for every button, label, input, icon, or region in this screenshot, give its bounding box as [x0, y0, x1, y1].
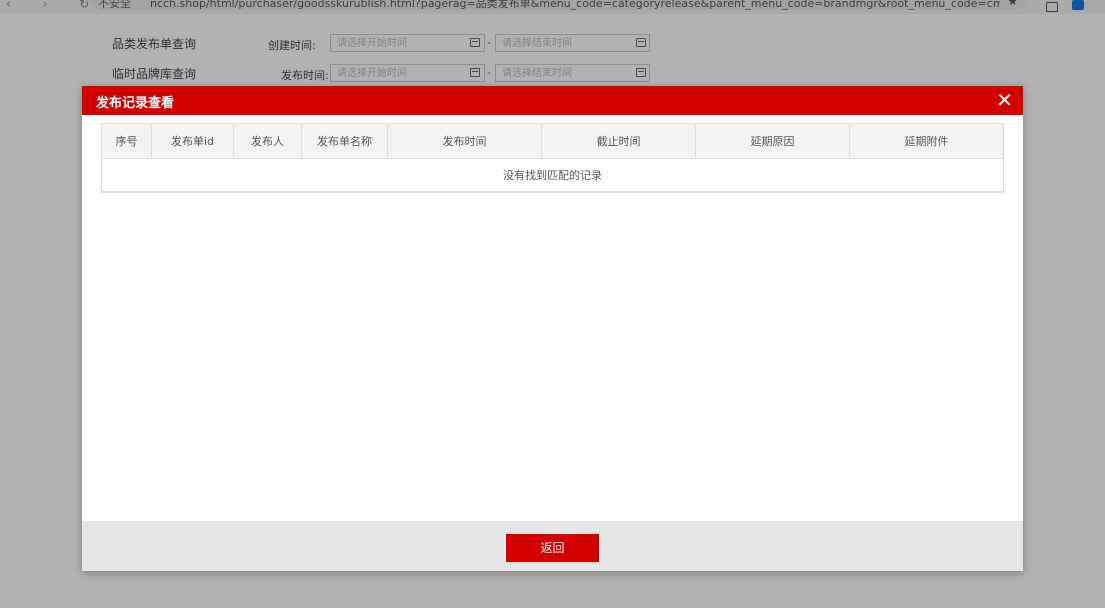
modal-footer: 返回 [82, 521, 1023, 571]
release-record-modal: 发布记录查看 ✕ 序号 发布单id 发布人 发布单名称 发布时间 截止时间 延期… [82, 86, 1023, 571]
column-header-delay-attachment[interactable]: 延期附件 [849, 123, 1004, 159]
close-icon[interactable]: ✕ [996, 88, 1013, 112]
back-button[interactable]: 返回 [506, 534, 599, 562]
column-header-release-name[interactable]: 发布单名称 [301, 123, 388, 159]
column-header-deadline[interactable]: 截止时间 [541, 123, 696, 159]
table-row: 没有找到匹配的记录 [101, 158, 1004, 193]
column-header-delay-reason[interactable]: 延期原因 [695, 123, 850, 159]
column-header-index[interactable]: 序号 [101, 123, 152, 159]
modal-header: 发布记录查看 ✕ [82, 86, 1023, 115]
column-header-release-time[interactable]: 发布时间 [387, 123, 542, 159]
column-header-release-id[interactable]: 发布单id [151, 123, 234, 159]
table-header-row: 序号 发布单id 发布人 发布单名称 发布时间 截止时间 延期原因 延期附件 [101, 123, 1004, 159]
modal-title: 发布记录查看 [96, 96, 175, 111]
column-header-publisher[interactable]: 发布人 [233, 123, 302, 159]
records-table: 序号 发布单id 发布人 发布单名称 发布时间 截止时间 延期原因 延期附件 没… [101, 123, 1004, 193]
empty-message: 没有找到匹配的记录 [101, 158, 1004, 193]
